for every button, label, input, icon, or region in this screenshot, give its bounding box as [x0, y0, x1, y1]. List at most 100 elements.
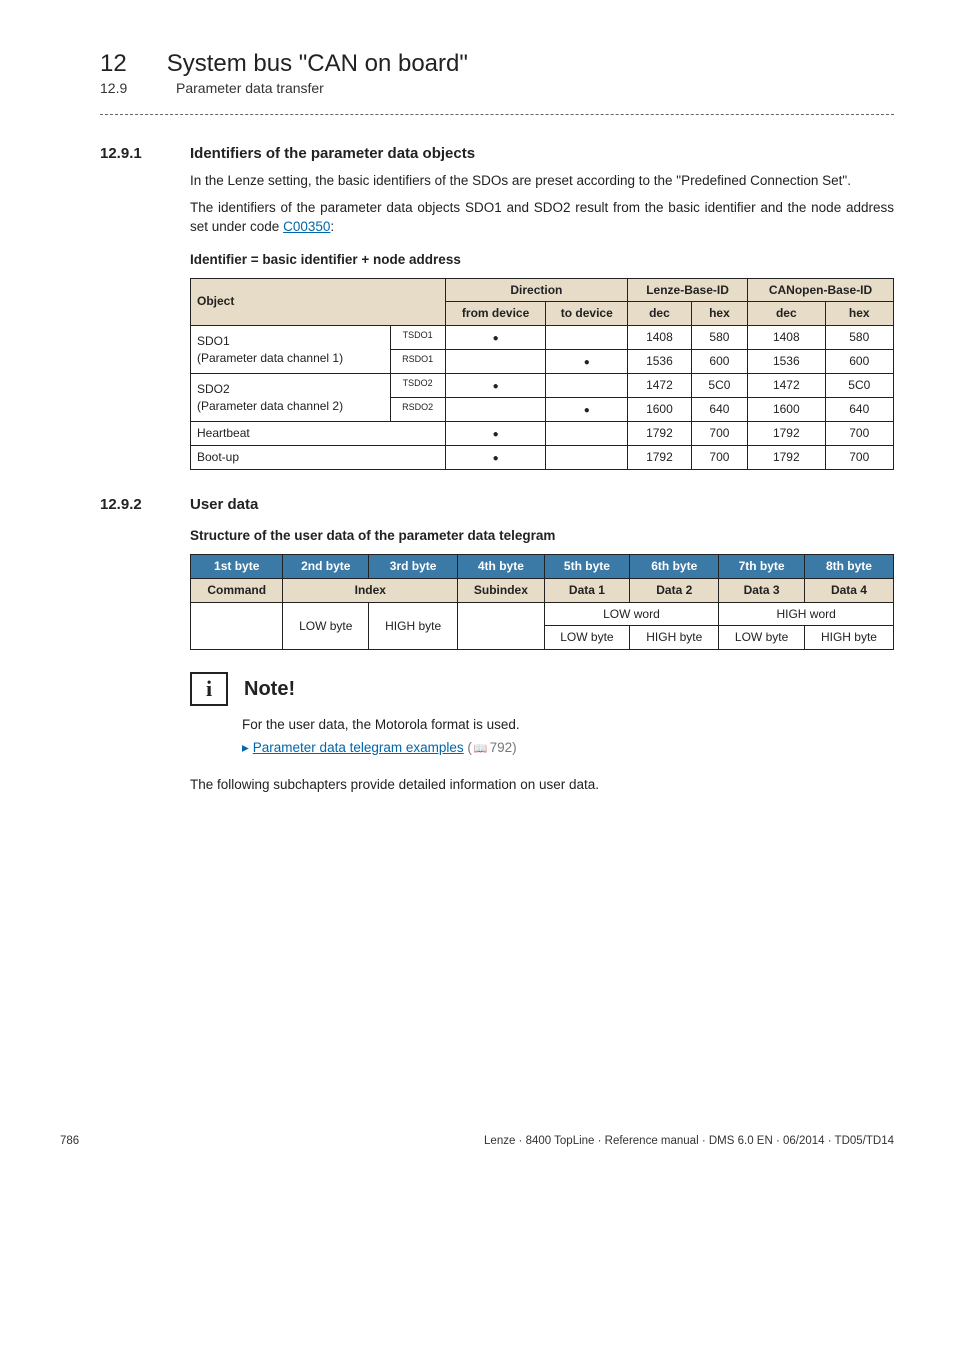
col-byte: 5th byte	[544, 555, 630, 579]
paragraph: The identifiers of the parameter data ob…	[190, 199, 894, 237]
table-cell-value: 1600	[748, 398, 826, 422]
userdata-table: 1st byte2nd byte3rd byte4th byte5th byte…	[190, 554, 894, 650]
identifier-table: Object Direction Lenze-Base-ID CANopen-B…	[190, 278, 894, 471]
col-byte: 1st byte	[191, 555, 283, 579]
table-cell-to	[546, 326, 628, 350]
col-from-device: from device	[445, 302, 546, 326]
info-icon: i	[190, 672, 228, 706]
pageref-number: 792	[490, 740, 513, 755]
table-cell-value: 700	[825, 446, 893, 470]
table-cell-value: 1792	[748, 446, 826, 470]
table-cell-from	[445, 350, 546, 374]
section-number: 12.9	[100, 80, 136, 96]
cell: HIGH byte	[630, 626, 719, 650]
table-cell-value: 1792	[628, 446, 692, 470]
subsection-title: Identifiers of the parameter data object…	[190, 145, 475, 162]
col-lenze: Lenze-Base-ID	[628, 278, 748, 302]
table-cell-object: SDO1(Parameter data channel 1)	[191, 326, 391, 374]
table-cell-value: 1408	[628, 326, 692, 350]
table-cell-value: 5C0	[825, 374, 893, 398]
table-cell-value: 640	[825, 398, 893, 422]
table-cell-value: 580	[825, 326, 893, 350]
table-cell-from	[445, 398, 546, 422]
cell-empty	[191, 602, 283, 650]
table-cell-value: 1600	[628, 398, 692, 422]
col-direction: Direction	[445, 278, 627, 302]
table-cell-object: SDO2(Parameter data channel 2)	[191, 374, 391, 422]
formula-heading: Identifier = basic identifier + node add…	[190, 251, 894, 270]
table-cell-sup: TSDO1	[390, 326, 445, 350]
subheading: Structure of the user data of the parame…	[190, 527, 894, 546]
page-reference: (792)	[467, 740, 516, 755]
table-cell-value: 700	[691, 446, 747, 470]
section-title: Parameter data transfer	[176, 80, 324, 96]
cell: LOW word	[544, 602, 719, 626]
table-cell-value: 1472	[748, 374, 826, 398]
paragraph: In the Lenze setting, the basic identifi…	[190, 172, 894, 191]
table-cell-to	[546, 446, 628, 470]
table-cell-from	[445, 446, 546, 470]
cell: HIGH byte	[369, 602, 458, 650]
note-line: For the user data, the Motorola format i…	[242, 716, 894, 735]
table-cell-value: 600	[691, 350, 747, 374]
footer-text: Lenze · 8400 TopLine · Reference manual …	[484, 1135, 894, 1147]
text-run: :	[330, 219, 334, 234]
table-cell-value: 580	[691, 326, 747, 350]
col-byte: 4th byte	[458, 555, 544, 579]
table-cell-sup: RSDO2	[390, 398, 445, 422]
col-canopen: CANopen-Base-ID	[748, 278, 894, 302]
table-cell-object: Heartbeat	[191, 422, 446, 446]
book-icon	[472, 740, 490, 755]
code-link[interactable]: C00350	[283, 219, 330, 234]
col-dec: dec	[748, 302, 826, 326]
triangle-icon	[242, 740, 253, 755]
table-cell-to	[546, 374, 628, 398]
table-cell-value: 600	[825, 350, 893, 374]
col-data2: Data 2	[630, 578, 719, 602]
table-cell-value: 1792	[628, 422, 692, 446]
chapter-title: System bus "CAN on board"	[167, 50, 468, 78]
subsection-number: 12.9.1	[100, 145, 160, 162]
col-byte: 3rd byte	[369, 555, 458, 579]
col-to-device: to device	[546, 302, 628, 326]
cell: LOW byte	[719, 626, 805, 650]
table-cell-to	[546, 350, 628, 374]
table-cell-value: 1792	[748, 422, 826, 446]
table-cell-value: 1408	[748, 326, 826, 350]
col-index: Index	[283, 578, 458, 602]
subsection-number: 12.9.2	[100, 496, 160, 513]
paragraph: The following subchapters provide detail…	[190, 776, 894, 795]
divider-dashed	[100, 114, 894, 115]
col-dec: dec	[628, 302, 692, 326]
table-cell-sup: TSDO2	[390, 374, 445, 398]
table-cell-from	[445, 374, 546, 398]
cell: HIGH word	[719, 602, 894, 626]
table-cell-from	[445, 422, 546, 446]
subsection-title: User data	[190, 496, 258, 513]
col-data1: Data 1	[544, 578, 630, 602]
table-cell-to	[546, 398, 628, 422]
col-data3: Data 3	[719, 578, 805, 602]
page-number: 786	[60, 1135, 79, 1147]
table-cell-value: 640	[691, 398, 747, 422]
table-cell-value: 700	[825, 422, 893, 446]
note-link[interactable]: Parameter data telegram examples	[253, 740, 464, 755]
col-hex: hex	[825, 302, 893, 326]
cell-empty	[458, 602, 544, 650]
col-byte: 6th byte	[630, 555, 719, 579]
cell: HIGH byte	[804, 626, 893, 650]
table-cell-sup: RSDO1	[390, 350, 445, 374]
table-cell-to	[546, 422, 628, 446]
chapter-number: 12	[100, 50, 127, 78]
col-byte: 8th byte	[804, 555, 893, 579]
col-command: Command	[191, 578, 283, 602]
col-byte: 2nd byte	[283, 555, 369, 579]
table-cell-value: 1536	[748, 350, 826, 374]
note-title: Note!	[244, 675, 295, 703]
table-cell-object: Boot-up	[191, 446, 446, 470]
table-cell-from	[445, 326, 546, 350]
col-object: Object	[191, 278, 446, 326]
col-hex: hex	[691, 302, 747, 326]
table-cell-value: 5C0	[691, 374, 747, 398]
cell: LOW byte	[544, 626, 630, 650]
